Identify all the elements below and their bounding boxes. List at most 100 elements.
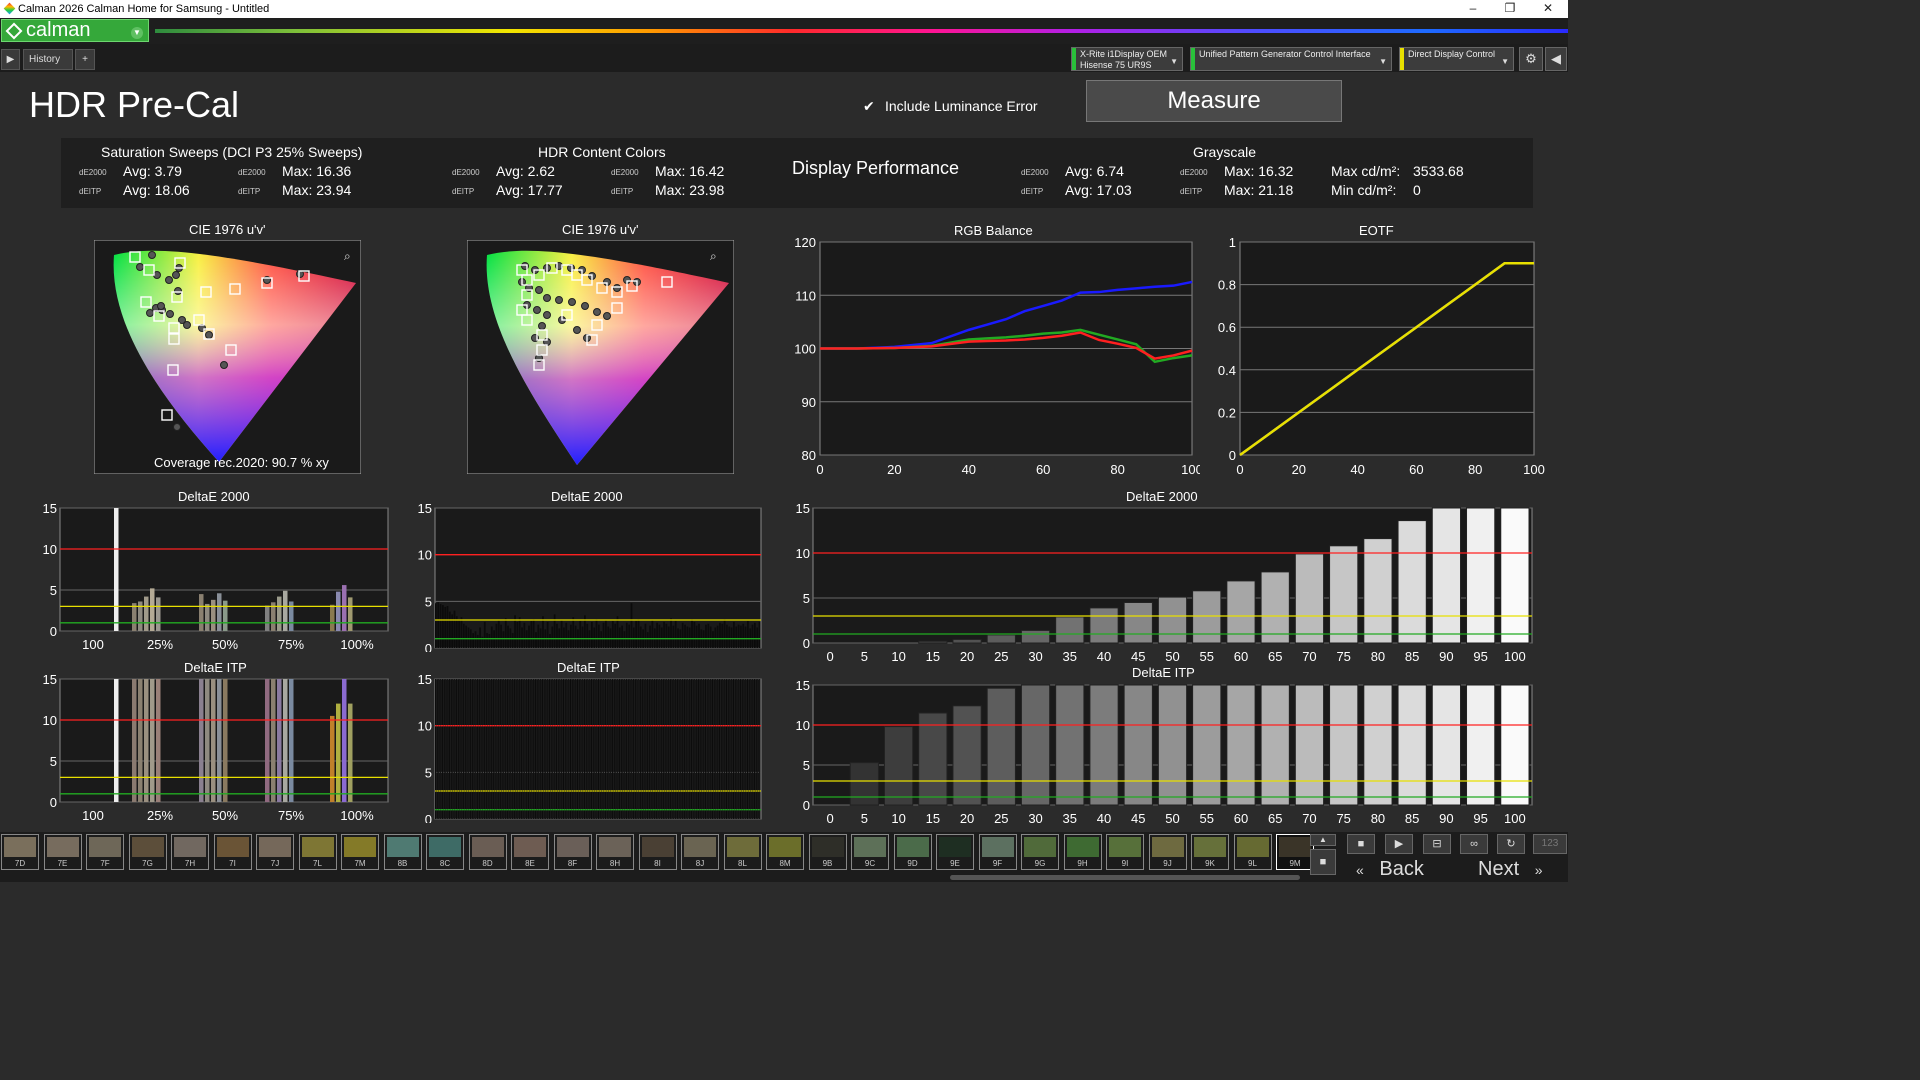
swatch-9b[interactable]: 9B [808, 834, 847, 870]
swatch-8f[interactable]: 8F [553, 834, 592, 870]
swatch-7f[interactable]: 7F [86, 834, 124, 870]
swatch-8c[interactable]: 8C [426, 834, 464, 870]
disk-icon: ⊟ [1432, 838, 1442, 850]
swatch-8j[interactable]: 8J [681, 834, 719, 870]
play-button[interactable]: ▶ [1385, 834, 1413, 854]
swatch-9k[interactable]: 9K [1191, 834, 1229, 870]
calman-menu-button[interactable]: calman ▼ [1, 19, 149, 42]
bar [693, 621, 696, 648]
bar [918, 712, 948, 806]
bar [483, 621, 486, 648]
swatch-9i[interactable]: 9I [1106, 834, 1144, 870]
swatch-9f[interactable]: 9F [978, 834, 1017, 870]
footer-scrollbar[interactable] [950, 875, 1300, 880]
bar [672, 625, 675, 648]
include-luminance-checkbox[interactable]: ✔ Include Luminance Error [863, 98, 1038, 114]
bar [437, 602, 440, 648]
y-tick-label: 0 [50, 795, 57, 810]
save-button[interactable]: ⊟ [1423, 834, 1451, 854]
swatch-9g[interactable]: 9G [1021, 834, 1059, 870]
swatch-8b[interactable]: 8B [383, 834, 422, 870]
measured-point [538, 322, 546, 330]
swatch-7m[interactable]: 7M [341, 834, 379, 870]
swatch-8i[interactable]: 8I [638, 834, 677, 870]
swatch-8m[interactable]: 8M [766, 834, 804, 870]
scroll-up-button[interactable]: ▲ [1310, 834, 1336, 846]
tab-history-1[interactable]: History 1 [23, 49, 73, 84]
bar [1020, 629, 1051, 644]
calman-logo-text: calman [26, 19, 91, 41]
swatch-9h[interactable]: 9H [1063, 834, 1102, 870]
zoom-icon[interactable]: ⌕ [344, 249, 351, 263]
bar [1020, 684, 1051, 806]
display-control-selector[interactable]: Direct Display Control ▼ [1399, 47, 1514, 71]
swatch-7e[interactable]: 7E [43, 834, 82, 870]
refresh-button[interactable]: ↻ [1497, 834, 1525, 854]
bar [444, 606, 447, 648]
swatch-color [216, 837, 249, 857]
meter-device-selector[interactable]: X-Rite i1Display OEM Hisense 75 UR9S ▼ [1071, 47, 1183, 71]
swatch-7j[interactable]: 7J [256, 834, 294, 870]
workflow-play-button[interactable]: ▶ [1, 49, 20, 70]
swatch-7l[interactable]: 7L [298, 834, 337, 870]
pattern-generator-selector[interactable]: Unified Pattern Generator Control Interf… [1190, 47, 1392, 71]
swatch-7d[interactable]: 7D [1, 834, 39, 870]
hdr-de2000-label: dE2000 [452, 168, 480, 177]
bar [271, 679, 276, 802]
minimize-button[interactable]: – [1455, 0, 1491, 18]
swatch-9m[interactable]: 9M [1276, 834, 1314, 870]
x-tick-label: 65 [1268, 649, 1282, 663]
add-tab-button[interactable]: + [75, 49, 95, 70]
y-tick-label: 5 [425, 765, 432, 780]
zoom-icon[interactable]: ⌕ [710, 249, 717, 263]
bar [751, 624, 754, 648]
bar [551, 626, 554, 648]
stop-measure-button[interactable]: ■ [1347, 834, 1375, 854]
swatch-8h[interactable]: 8H [596, 834, 634, 870]
swatch-7i[interactable]: 7I [213, 834, 252, 870]
swatch-9e[interactable]: 9E [936, 834, 974, 870]
bar [618, 627, 621, 648]
bar [132, 603, 137, 631]
swatch-9c[interactable]: 9C [851, 834, 889, 870]
swatch-label: 8L [738, 859, 747, 868]
continuous-button[interactable]: ∞ [1460, 834, 1488, 854]
x-tick-label: 45 [1131, 649, 1145, 663]
bar [598, 624, 600, 648]
swatch-9d[interactable]: 9D [893, 834, 932, 870]
y-tick-label: 5 [425, 594, 432, 609]
stop-button[interactable]: ■ [1310, 849, 1336, 875]
bar [532, 619, 535, 648]
back-button[interactable]: « Back [1356, 858, 1424, 880]
swatch-label: 9B [822, 859, 833, 868]
swatch-8e[interactable]: 8E [511, 834, 549, 870]
swatch-label: 7M [354, 859, 366, 868]
y-tick-label: 15 [43, 672, 57, 687]
settings-button[interactable]: ⚙ [1519, 47, 1543, 71]
chevron-up-icon: ▲ [1319, 835, 1327, 844]
collapse-panel-button[interactable]: ◀ [1545, 47, 1567, 71]
measure-button[interactable]: Measure [1086, 80, 1342, 122]
bar [458, 619, 461, 648]
display-name: Hisense 75 UR9S [1080, 60, 1152, 70]
swatch-8l[interactable]: 8L [723, 834, 762, 870]
x-tick-label: 100% [340, 808, 374, 823]
swatch-color [1236, 837, 1269, 857]
x-tick-label: 65 [1268, 811, 1282, 826]
swatch-9j[interactable]: 9J [1148, 834, 1187, 870]
maximize-button[interactable]: ❐ [1492, 0, 1528, 18]
rainbow-stripe [155, 29, 1568, 33]
close-button[interactable]: ✕ [1530, 0, 1566, 18]
swatch-8d[interactable]: 8D [468, 834, 507, 870]
swatch-label: 9D [907, 859, 918, 868]
swatch-7g[interactable]: 7G [128, 834, 167, 870]
next-button[interactable]: Next » [1478, 858, 1542, 880]
bar [716, 625, 719, 648]
swatch-7h[interactable]: 7H [171, 834, 209, 870]
x-tick-label: 60 [1036, 462, 1050, 477]
bar [986, 634, 1016, 644]
bar [217, 679, 222, 802]
meter-name: X-Rite i1Display OEM [1080, 49, 1168, 59]
swatch-9l[interactable]: 9L [1233, 834, 1272, 870]
y-tick-label: 15 [43, 501, 57, 516]
